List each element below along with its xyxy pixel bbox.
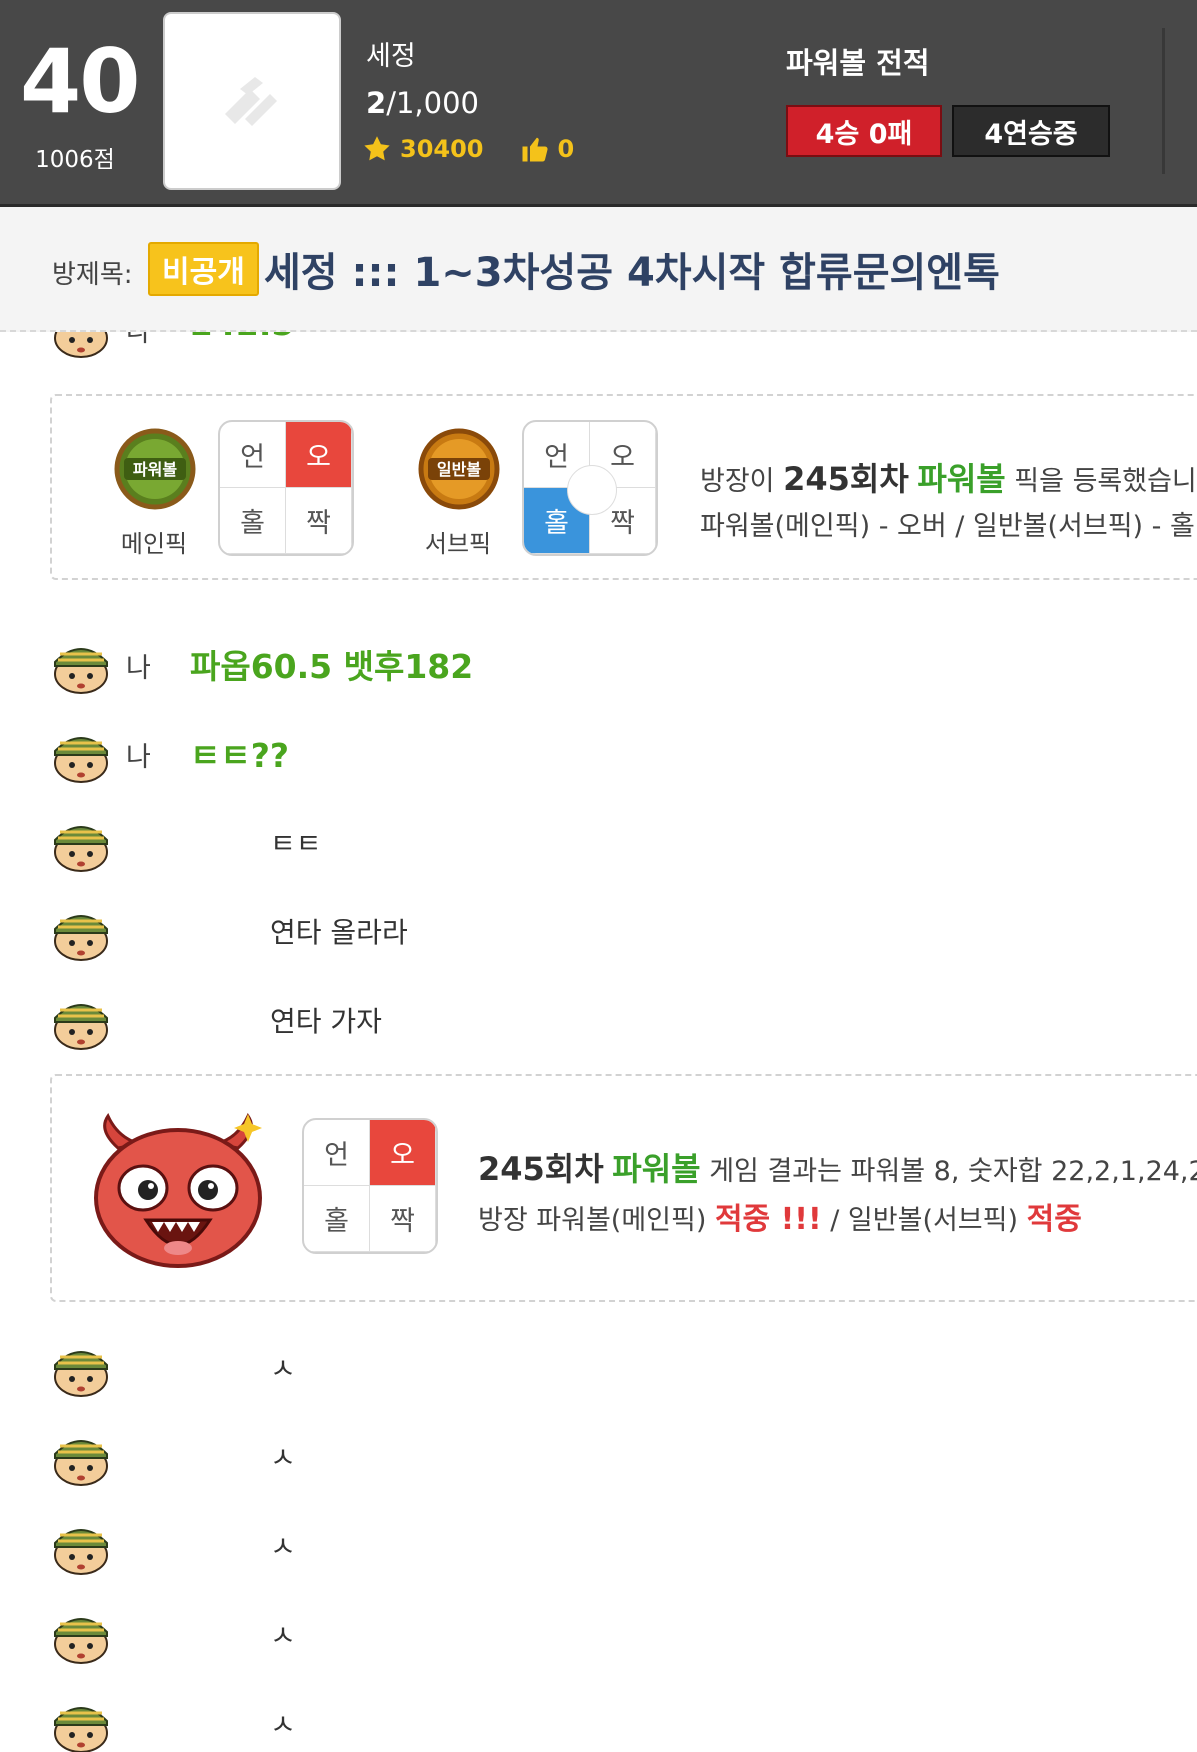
room-title-label: 방제목: [52,260,133,290]
sender-me: 나 [126,332,151,348]
soldier-avatar-icon [54,826,108,872]
main-pick-label: 메인픽 [120,530,188,558]
message-text: 242.5 [190,332,294,343]
avatar-placeholder-icon [225,77,277,126]
room-header: 40 1006점 세정 2/1,000 30400 0 파워볼 전적 4승 0패… [0,0,1197,207]
soldier-avatar-icon [54,1618,108,1664]
normalball-icon: 일반볼 [418,428,500,510]
chat-message: 연타 올라라 [0,891,1197,967]
chat-message: ㅅ [0,1505,1197,1581]
devil-emoticon-icon [94,1113,262,1268]
header-divider [1162,28,1165,174]
sub-pick-grid: 언 오 홀 짝 [522,420,658,556]
soldier-avatar-icon [54,1351,108,1397]
like-group[interactable]: 0 [520,134,575,164]
room-owner-name: 세정 [366,41,416,72]
main-pick-grid: 언 오 홀 짝 [218,420,354,556]
owner-avatar[interactable] [163,12,341,190]
message-text: ㅅ [270,1441,296,1474]
soldier-avatar-icon [54,915,108,961]
soldier-avatar-icon [54,1004,108,1050]
chat-message: 나 파옵60.5 뱃후182 [0,624,1197,700]
member-count: 2/1,000 [366,86,479,120]
chat-message: ㅅ [0,1327,1197,1403]
even-cell: 짝 [286,488,352,554]
star-icon [364,136,390,161]
chat-message: ㅅ [0,1683,1197,1752]
message-text: ㅅ [270,1708,296,1741]
over-cell: 오 [370,1120,436,1186]
user-score: 1006점 [35,147,115,173]
svg-text:일반볼: 일반볼 [437,460,481,479]
message-text: ㅌㅌ?? [190,736,290,775]
message-text: ㅅ [270,1530,296,1563]
record-title: 파워볼 전적 [786,46,930,80]
message-text: ㅅ [270,1352,296,1385]
pick-announcement: 방장이 245회차 파워볼 픽을 등록했습니 [700,460,1197,498]
soldier-avatar-icon [54,1707,108,1752]
message-text: 파옵60.5 뱃후182 [190,647,474,686]
result-card: 언 오 홀 짝 245회차 파워볼 게임 결과는 파워볼 8, 숫자합 22,2… [50,1074,1197,1302]
soldier-avatar-icon [54,737,108,783]
message-text: ㅌㅌ [270,827,322,860]
user-level: 40 [20,30,140,133]
win-loss-badge: 4승 0패 [786,105,942,157]
chat-area[interactable]: 나 242.5 파워볼 메인픽 언 오 홀 짝 일반볼 서브픽 언 오 홀 짝 … [0,332,1197,1752]
result-grid: 언 오 홀 짝 [302,1118,438,1254]
soldier-avatar-icon [54,648,108,694]
chat-message: ㅅ [0,1594,1197,1670]
star-count: 30400 [400,135,484,163]
soldier-avatar-icon [54,332,108,358]
sender-me: 나 [126,653,151,684]
chat-message: ㅌㅌ [0,802,1197,878]
sender-me: 나 [126,742,151,773]
chat-message: 나 ㅌㅌ?? [0,713,1197,789]
chat-message: 연타 가자 [0,980,1197,1056]
stats-row: 30400 0 [362,134,574,164]
grid-center-circle [567,465,617,515]
result-detail: 방장 파워볼(메인픽) 적중 !!! / 일반볼(서브픽) 적중 [478,1202,1082,1237]
result-announcement: 245회차 파워볼 게임 결과는 파워볼 8, 숫자합 22,2,1,24,2 [478,1150,1197,1188]
room-title: 세정 ::: 1~3차성공 4차시작 합류문의엔톡 [264,250,1000,296]
pick-detail: 파워볼(메인픽) - 오버 / 일반볼(서브픽) - 홀 [700,511,1195,542]
chat-message: 나 242.5 [0,332,1197,364]
message-text: 연타 가자 [270,1005,382,1038]
private-badge: 비공개 [148,242,259,296]
message-text: 연타 올라라 [270,916,408,949]
sub-pick-label: 서브픽 [424,530,492,558]
svg-text:파워볼: 파워볼 [133,460,177,479]
even-cell: 짝 [370,1186,436,1252]
message-text: ㅅ [270,1619,296,1652]
under-cell: 언 [220,422,286,488]
chat-message: ㅅ [0,1416,1197,1492]
over-cell: 오 [286,422,352,488]
thumbs-up-icon [522,137,548,162]
soldier-avatar-icon [54,1440,108,1486]
under-cell: 언 [304,1120,370,1186]
odd-cell: 홀 [220,488,286,554]
soldier-avatar-icon [54,1529,108,1575]
streak-badge: 4연승중 [952,105,1110,157]
pick-card: 파워볼 메인픽 언 오 홀 짝 일반볼 서브픽 언 오 홀 짝 방장이 245회… [50,394,1197,580]
odd-cell: 홀 [304,1186,370,1252]
powerball-icon: 파워볼 [114,428,196,510]
like-count: 0 [557,135,575,163]
